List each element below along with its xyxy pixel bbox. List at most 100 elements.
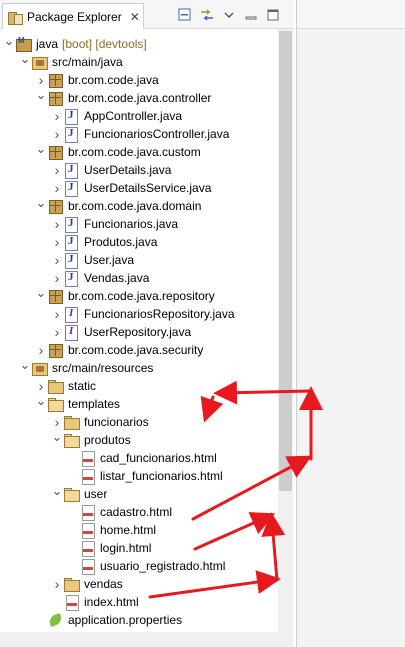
collapse-chevron-icon[interactable]: › xyxy=(36,341,46,359)
html-icon xyxy=(80,468,96,485)
tree-item-label: funcionarios xyxy=(84,415,149,429)
collapse-chevron-icon[interactable]: › xyxy=(52,233,62,251)
collapse-chevron-icon[interactable]: › xyxy=(52,125,62,143)
close-icon[interactable]: ✕ xyxy=(130,10,140,24)
collapse-chevron-icon[interactable]: › xyxy=(52,269,62,287)
editor-tab-strip xyxy=(297,0,405,29)
openfolder-icon xyxy=(64,486,80,502)
tree-item[interactable]: › J Funcionarios.java xyxy=(0,215,278,233)
tree-item[interactable]: listar_funcionarios.html xyxy=(0,467,278,485)
tree-item[interactable]: ⌄ src/main/resources xyxy=(0,356,278,377)
expand-chevron-icon[interactable]: ⌄ xyxy=(36,86,47,104)
vertical-scrollbar[interactable] xyxy=(278,29,293,647)
openfolder-icon xyxy=(64,432,80,448)
tree-item-label: br.com.code.java.custom xyxy=(68,145,201,159)
java-icon: J xyxy=(64,108,80,125)
collapse-chevron-icon[interactable]: › xyxy=(52,215,62,233)
collapse-chevron-icon[interactable]: › xyxy=(52,575,62,593)
expand-chevron-icon[interactable]: ⌄ xyxy=(36,284,47,302)
tree-item[interactable]: ⌄ src/main/java xyxy=(0,50,278,71)
tree-item-label: br.com.code.java xyxy=(68,73,159,87)
html-icon xyxy=(80,504,96,521)
folder-icon xyxy=(64,576,80,592)
collapse-chevron-icon[interactable]: › xyxy=(52,305,62,323)
java-icon: J xyxy=(64,216,80,233)
tree-item-label: listar_funcionarios.html xyxy=(100,469,223,483)
java-icon: J xyxy=(64,162,80,179)
java-icon: J xyxy=(64,270,80,287)
expand-chevron-icon[interactable]: ⌄ xyxy=(52,428,63,446)
tree-item-label: cadastro.html xyxy=(100,505,173,519)
collapse-all-icon[interactable] xyxy=(176,7,194,23)
tree-item-label: br.com.code.java.controller xyxy=(68,91,212,105)
tree-item-label: AppController.java xyxy=(84,109,183,123)
tree-item-label: vendas xyxy=(84,577,123,591)
tree-item-label: home.html xyxy=(100,523,157,537)
tree-item[interactable]: ⌄ br.com.code.java.custom xyxy=(0,140,278,161)
collapse-chevron-icon[interactable]: › xyxy=(52,323,62,341)
collapse-chevron-icon[interactable]: › xyxy=(52,161,62,179)
tree-item-label: FuncionariosRepository.java xyxy=(84,307,235,321)
tree-item-label: br.com.code.java.security xyxy=(68,343,204,357)
view-tab-bar: Package Explorer ✕ xyxy=(0,0,294,29)
collapse-chevron-icon[interactable]: › xyxy=(52,107,62,125)
expand-chevron-icon[interactable]: ⌄ xyxy=(20,356,31,374)
tree-item[interactable]: ⌄ br.com.code.java.controller xyxy=(0,86,278,107)
tree-item[interactable]: cad_funcionarios.html xyxy=(0,449,278,467)
minimize-icon[interactable] xyxy=(242,7,260,23)
view-menu-icon[interactable] xyxy=(220,7,238,23)
tree-item[interactable]: usuario_registrado.html xyxy=(0,557,278,575)
java-icon: J xyxy=(64,252,80,269)
maximize-icon[interactable] xyxy=(264,7,282,23)
tree-item[interactable]: › J Produtos.java xyxy=(0,233,278,251)
tree-item[interactable]: ⌄ user xyxy=(0,482,278,503)
tree-item[interactable]: ⌄ produtos xyxy=(0,428,278,449)
srcfolder-icon xyxy=(32,360,48,376)
horizontal-scrollbar[interactable] xyxy=(0,632,278,647)
tree-item[interactable]: › J UserDetails.java xyxy=(0,161,278,179)
expand-chevron-icon[interactable]: ⌄ xyxy=(36,392,47,410)
tree-item[interactable]: › I UserRepository.java xyxy=(0,323,278,341)
tab-package-explorer[interactable]: Package Explorer ✕ xyxy=(2,3,144,29)
tree-item[interactable]: home.html xyxy=(0,521,278,539)
tree-item[interactable]: cadastro.html xyxy=(0,503,278,521)
project-decoration: [boot] [devtools] xyxy=(62,37,147,51)
expand-chevron-icon[interactable]: ⌄ xyxy=(4,32,15,50)
html-icon xyxy=(80,558,96,575)
pkg-icon xyxy=(48,288,64,304)
tree-item[interactable]: index.html xyxy=(0,593,278,611)
tree-item[interactable]: › I FuncionariosRepository.java xyxy=(0,305,278,323)
tree-item-label: Produtos.java xyxy=(84,235,158,249)
tree-item[interactable]: › J AppController.java xyxy=(0,107,278,125)
expand-chevron-icon[interactable]: ⌄ xyxy=(36,194,47,212)
tree-item[interactable]: › br.com.code.java.security xyxy=(0,341,278,359)
tree-item-label: UserDetailsService.java xyxy=(84,181,212,195)
collapse-chevron-icon[interactable]: › xyxy=(52,251,62,269)
expand-chevron-icon[interactable]: ⌄ xyxy=(36,140,47,158)
tree-item[interactable]: application.properties xyxy=(0,611,278,629)
tree-item[interactable]: › funcionarios xyxy=(0,413,278,431)
collapse-chevron-icon[interactable]: › xyxy=(52,179,62,197)
tree-item[interactable]: ⌄ Mjava [boot] [devtools] xyxy=(0,32,278,53)
tree-item-label: java xyxy=(36,37,59,51)
tree-item-label: static xyxy=(68,379,97,393)
package-explorer-icon xyxy=(8,10,23,25)
scrollbar-thumb[interactable] xyxy=(279,31,292,491)
tree-item[interactable]: ⌄ templates xyxy=(0,392,278,413)
expand-chevron-icon[interactable]: ⌄ xyxy=(20,50,31,68)
expand-chevron-icon[interactable]: ⌄ xyxy=(52,482,63,500)
java-icon: J xyxy=(64,180,80,197)
pkg-icon xyxy=(48,342,64,358)
tree-item[interactable]: login.html xyxy=(0,539,278,557)
view-toolbar xyxy=(176,7,286,23)
tree-item-label: login.html xyxy=(100,541,152,555)
tree-item-label: application.properties xyxy=(68,613,183,627)
tree-item[interactable]: ⌄ br.com.code.java.repository xyxy=(0,284,278,305)
srcfolder-icon xyxy=(32,54,48,70)
tab-title: Package Explorer xyxy=(27,9,122,24)
tree-item[interactable]: › J User.java xyxy=(0,251,278,269)
tree-item[interactable]: ⌄ br.com.code.java.domain xyxy=(0,194,278,215)
link-with-editor-icon[interactable] xyxy=(198,7,216,23)
tree-item[interactable]: › vendas xyxy=(0,575,278,593)
